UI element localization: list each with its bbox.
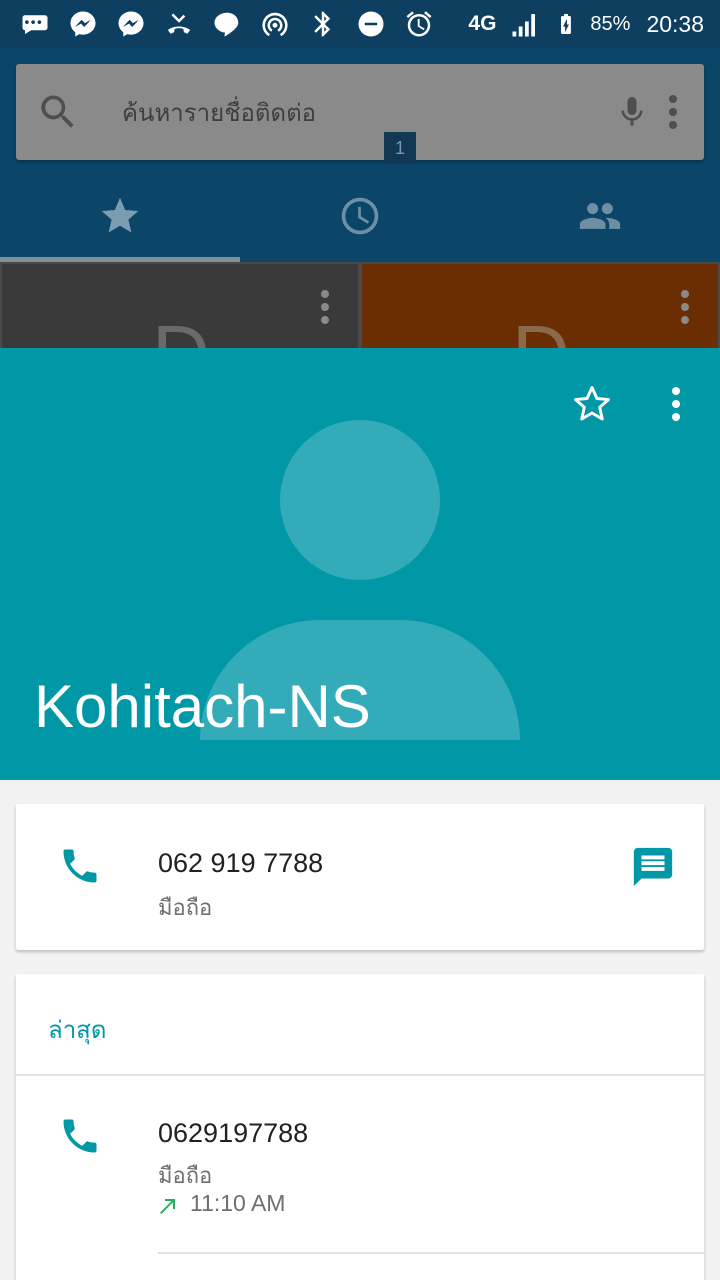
recent-calls-card: ล่าสุด 0629197788 มือถือ 11:10 AM: [16, 974, 704, 1280]
search-icon[interactable]: [34, 88, 82, 136]
more-vert-icon[interactable]: [658, 88, 688, 136]
favorite-initial: D: [152, 314, 210, 349]
battery-percent: 85%: [590, 12, 631, 35]
signal-icon: [508, 7, 542, 41]
bluetooth-icon: [306, 7, 340, 41]
recent-section-title: ล่าสุด: [48, 1017, 107, 1044]
people-icon: [579, 203, 621, 229]
recent-call-time: 11:10 AM: [190, 1190, 286, 1216]
tab-contacts[interactable]: [480, 170, 720, 262]
phone-icon: [58, 844, 106, 892]
star-outline-icon: [574, 386, 610, 421]
clock: 20:38: [646, 10, 704, 37]
phone-number-card[interactable]: 062 919 7788 มือถือ: [16, 804, 704, 950]
phone-type-label: มือถือ: [158, 895, 213, 920]
star-icon: [101, 197, 139, 233]
avatar-placeholder-head: [280, 420, 440, 580]
battery-charging-icon: [554, 7, 578, 41]
microphone-icon[interactable]: [612, 88, 652, 136]
favorites-grid: D D: [0, 262, 720, 350]
missed-call-icon: [162, 7, 196, 41]
outgoing-call-arrow-icon: [156, 1194, 180, 1218]
divider: [16, 1074, 704, 1076]
search-placeholder[interactable]: ค้นหารายชื่อติดต่อ: [122, 93, 612, 132]
alarm-icon: [402, 7, 436, 41]
tab-recents[interactable]: [240, 170, 480, 262]
network-type-label: 4G: [468, 12, 497, 35]
favorite-initial: D: [512, 314, 570, 349]
phone-icon: [58, 1114, 106, 1162]
message-icon[interactable]: [630, 844, 678, 892]
messenger-icon: [66, 7, 100, 41]
recent-call-number[interactable]: 0629197788: [158, 1118, 308, 1149]
messenger-icon: [114, 7, 148, 41]
tab-favorites[interactable]: [0, 170, 240, 262]
phone-number[interactable]: 062 919 7788: [158, 848, 323, 879]
more-vert-icon[interactable]: [680, 290, 690, 324]
dialer-app-bar: ค้นหารายชื่อติดต่อ: [0, 48, 720, 262]
divider: [158, 1252, 704, 1254]
favorite-star-button[interactable]: [566, 378, 618, 430]
contact-name: Kohitach-NS: [34, 673, 371, 740]
line-icon: [210, 7, 244, 41]
more-vert-icon[interactable]: [660, 380, 692, 428]
clock-icon: [341, 197, 379, 235]
contact-header: Kohitach-NS: [0, 348, 720, 780]
favorite-card[interactable]: D: [0, 262, 360, 350]
favorite-card[interactable]: D: [360, 262, 720, 350]
dialer-tabs: [0, 170, 720, 262]
hotspot-icon: [258, 7, 292, 41]
do-not-disturb-icon: [354, 7, 388, 41]
more-vert-icon[interactable]: [320, 290, 330, 324]
recent-call-type: มือถือ: [158, 1163, 213, 1188]
status-bar: 4G 85% 20:38: [0, 0, 720, 48]
chat-bubble-icon: [18, 7, 52, 41]
recents-badge: 1: [384, 132, 416, 164]
contact-search-box[interactable]: ค้นหารายชื่อติดต่อ: [16, 64, 704, 160]
